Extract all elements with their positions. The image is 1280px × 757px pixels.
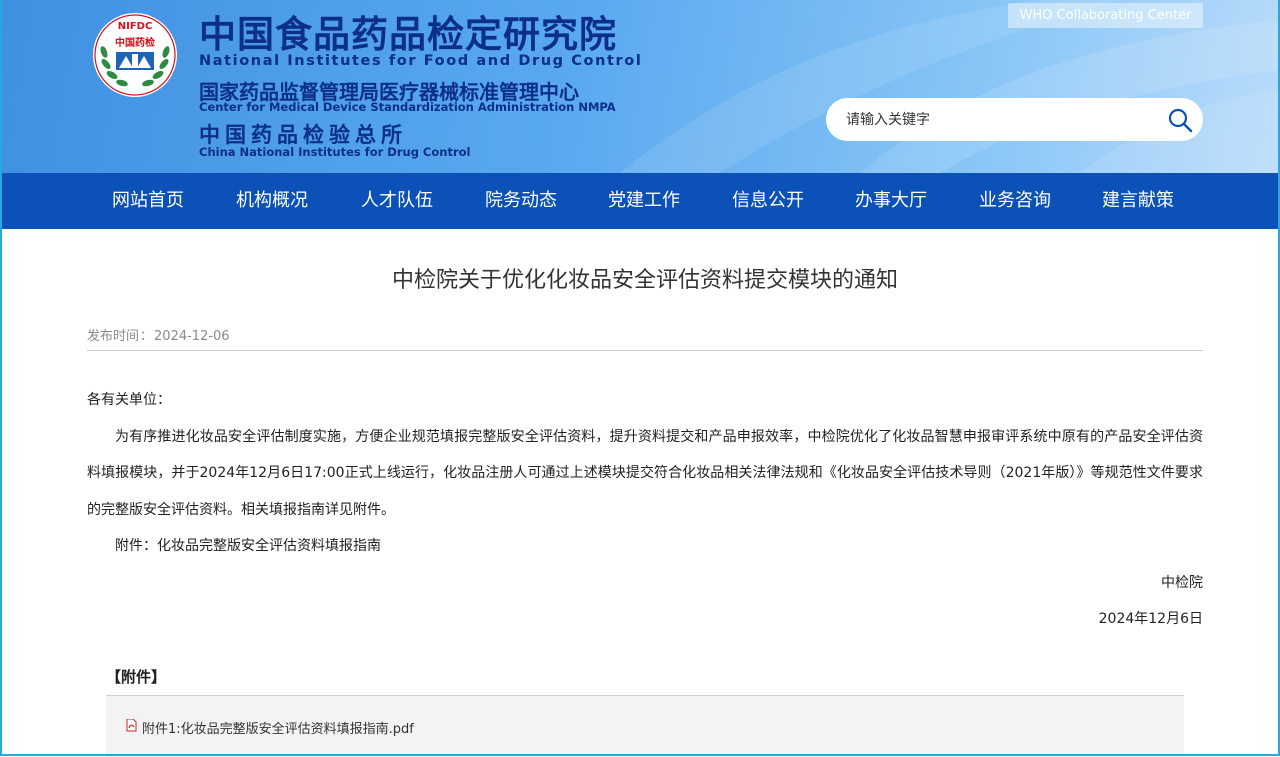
- who-collaborating-badge[interactable]: WHO Collaborating Center: [1008, 3, 1203, 28]
- site-title-en: National Institutes for Food and Drug Co…: [199, 53, 643, 69]
- article-title: 中检院关于优化化妆品安全评估资料提交模块的通知: [391, 268, 898, 293]
- nav-item-party[interactable]: 党建工作: [608, 173, 680, 229]
- nav-item-service-hall[interactable]: 办事大厅: [855, 173, 927, 229]
- site-header: NIFDC 中国药检 中国食品药品检定研究院 National Institut…: [0, 0, 1280, 173]
- nav-item-home[interactable]: 网站首页: [112, 173, 184, 229]
- publish-label: 发布时间: [87, 329, 140, 344]
- nav-item-about[interactable]: 机构概况: [236, 173, 308, 229]
- signature: 中检院: [1161, 574, 1203, 591]
- attachments-list: 附件1:化妆品完整版安全评估资料填报指南.pdf: [106, 695, 1184, 757]
- logo-center-text: 中国药检: [115, 36, 155, 49]
- nav-item-disclosure[interactable]: 信息公开: [732, 173, 804, 229]
- site-third-title-en: China National Institutes for Drug Contr…: [199, 145, 471, 159]
- attachments-heading: 【附件】: [106, 668, 167, 686]
- publish-separator: ：: [140, 329, 154, 344]
- search-input[interactable]: [844, 108, 1148, 132]
- logo-ring-text: NIFDC: [118, 21, 153, 32]
- article-content: 各有关单位： 为有序推进化妆品安全评估制度实施，方便企业规范填报完整版安全评估资…: [87, 382, 1203, 638]
- site-title-cn: 中国食品药品检定研究院: [199, 13, 617, 56]
- greeting: 各有关单位：: [87, 392, 171, 408]
- site-subtitle-en: Center for Medical Device Standardizatio…: [199, 100, 616, 114]
- nifdc-logo-icon: NIFDC 中国药检: [93, 13, 177, 97]
- publish-date: 2024-12-06: [154, 329, 230, 344]
- sign-date: 2024年12月6日: [1098, 611, 1203, 627]
- main-nav: 网站首页 机构概况 人才队伍 院务动态 党建工作 信息公开 办事大厅 业务咨询 …: [0, 173, 1280, 229]
- search-icon[interactable]: [1167, 107, 1193, 133]
- attachment-link[interactable]: 附件1:化妆品完整版安全评估资料填报指南.pdf: [142, 718, 414, 737]
- title-divider: [87, 350, 1203, 351]
- search-box: [826, 98, 1203, 141]
- nav-item-news[interactable]: 院务动态: [485, 173, 557, 229]
- nav-item-talent[interactable]: 人才队伍: [361, 173, 433, 229]
- nav-item-suggestions[interactable]: 建言献策: [1102, 173, 1174, 229]
- body-paragraph: 为有序推进化妆品安全评估制度实施，方便企业规范填报完整版安全评估资料，提升资料提…: [87, 428, 1203, 518]
- publish-info: 发布时间：2024-12-06: [87, 325, 230, 344]
- pdf-icon: [126, 719, 137, 732]
- nav-item-consult[interactable]: 业务咨询: [979, 173, 1051, 229]
- attachment-note: 附件：化妆品完整版安全评估资料填报指南: [115, 538, 381, 554]
